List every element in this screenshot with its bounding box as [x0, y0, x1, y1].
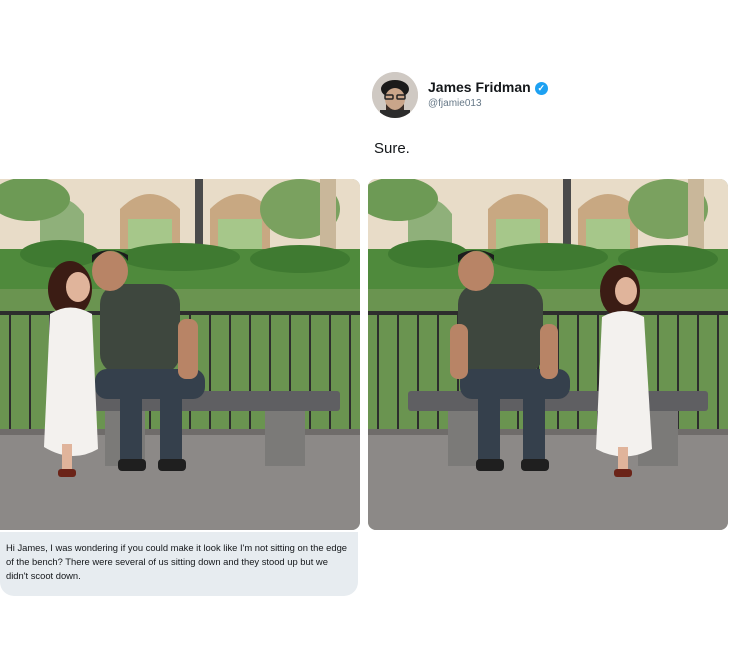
avatar-image	[372, 72, 418, 118]
author-handle[interactable]: @fjamie013	[428, 98, 482, 109]
original-photo[interactable]	[0, 179, 360, 530]
author-name-row[interactable]: James Fridman ✓	[428, 79, 548, 95]
request-message-text: Hi James, I was wondering if you could m…	[6, 542, 348, 581]
edited-photo-scene	[368, 179, 728, 530]
author-name[interactable]: James Fridman	[428, 79, 531, 95]
request-message-bubble: Hi James, I was wondering if you could m…	[0, 532, 358, 596]
author-avatar[interactable]	[372, 72, 418, 118]
edited-photo[interactable]	[368, 179, 728, 530]
original-photo-scene	[0, 179, 360, 530]
tweet-reply-text: Sure.	[374, 140, 410, 157]
verified-badge-icon: ✓	[534, 82, 548, 95]
